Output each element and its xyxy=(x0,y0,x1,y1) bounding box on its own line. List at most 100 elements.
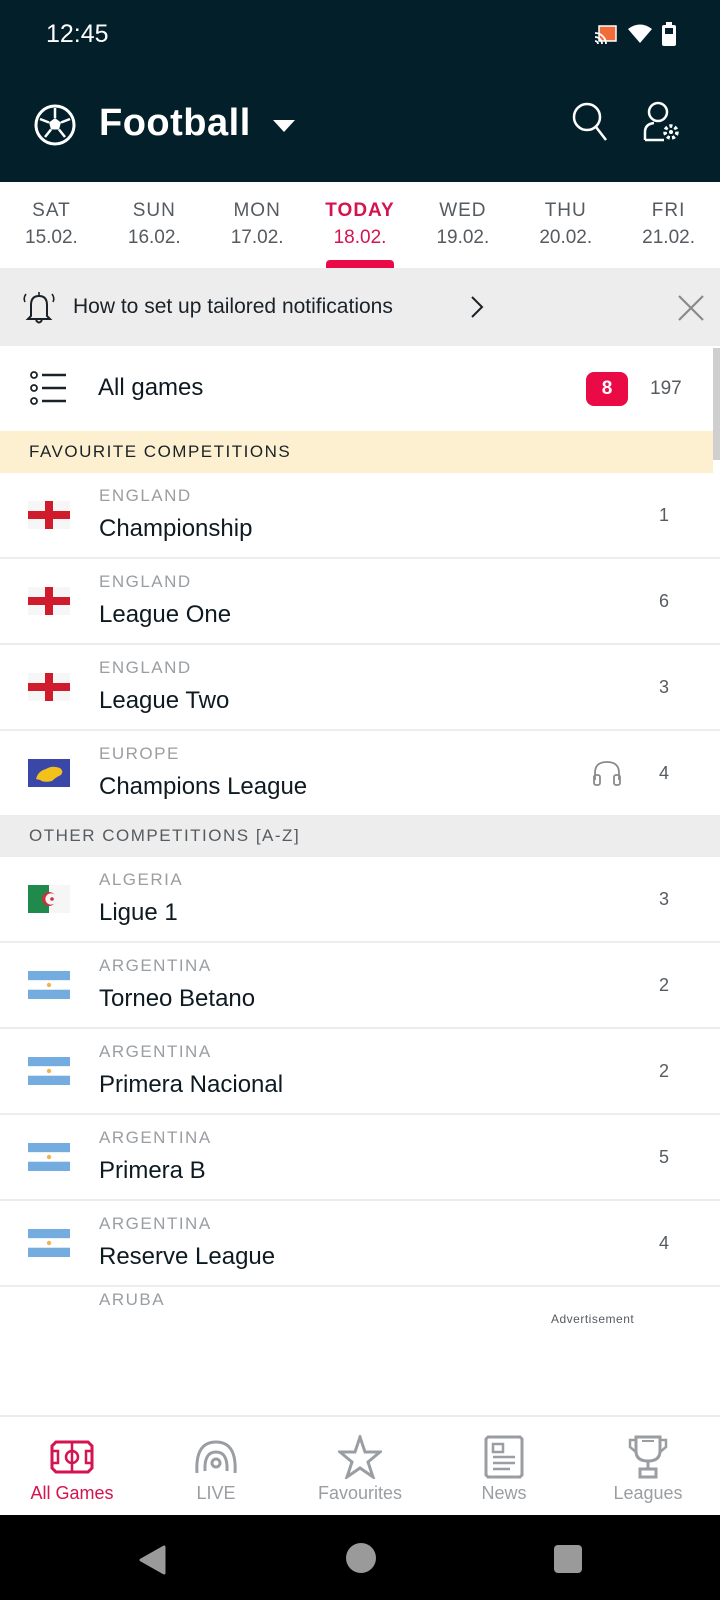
live-count-badge: 8 xyxy=(586,372,628,406)
status-time: 12:45 xyxy=(46,20,109,48)
date-tab-day: FRI xyxy=(651,200,686,221)
nav-label: All Games xyxy=(30,1483,114,1503)
notification-banner[interactable]: How to set up tailored notifications xyxy=(0,268,720,346)
nav-label: Leagues xyxy=(613,1483,683,1503)
date-tab-date: 21.02. xyxy=(642,227,695,248)
notification-banner-text[interactable]: How to set up tailored notifications xyxy=(73,295,393,319)
date-tab-wed[interactable]: WED 19.02. xyxy=(411,182,514,268)
battery-icon xyxy=(662,22,676,46)
competition-country: EUROPE xyxy=(99,744,180,763)
close-icon[interactable] xyxy=(678,295,704,321)
nav-all-games[interactable]: All Games xyxy=(0,1417,144,1515)
headphones-icon[interactable] xyxy=(592,760,622,786)
back-icon[interactable] xyxy=(138,1545,166,1575)
competition-game-count: 6 xyxy=(658,591,669,611)
competition-name: Reserve League xyxy=(99,1243,276,1270)
competition-country: ARGENTINA xyxy=(99,956,212,975)
search-icon[interactable] xyxy=(572,102,608,142)
wifi-icon xyxy=(628,24,652,43)
scrollbar[interactable] xyxy=(713,348,720,460)
date-selector: SAT 15.02. SUN 16.02. MON 17.02. TODAY 18.02… xyxy=(0,182,720,268)
date-tab-mon[interactable]: MON 17.02. xyxy=(206,182,309,268)
list-icon xyxy=(30,371,66,405)
competition-game-count: 3 xyxy=(658,889,669,909)
total-games-count: 197 xyxy=(650,378,682,399)
date-tab-date: 16.02. xyxy=(127,227,181,248)
argentina-flag-icon xyxy=(28,1229,70,1257)
competition-country: ALGERIA xyxy=(99,870,184,889)
date-tab-day: THU xyxy=(544,200,587,221)
competition-name: League One xyxy=(99,601,232,628)
all-games-row[interactable]: All games 8 197 xyxy=(0,346,713,431)
competition-game-count: 3 xyxy=(658,677,669,697)
europe-flag-icon xyxy=(28,759,70,787)
competition-game-count: 2 xyxy=(658,1061,669,1081)
nav-live[interactable]: LIVE xyxy=(144,1417,288,1515)
date-tab-sun[interactable]: SUN 16.02. xyxy=(103,182,206,268)
competition-row[interactable]: EUROPE Champions League 4 xyxy=(0,731,720,815)
cast-icon xyxy=(594,25,617,45)
competition-row[interactable]: ENGLAND League Two 3 xyxy=(0,645,720,731)
date-tab-date: 15.02. xyxy=(25,227,78,248)
nav-leagues[interactable]: Leagues xyxy=(576,1417,720,1515)
nav-favourites[interactable]: Favourites xyxy=(288,1417,432,1515)
argentina-flag-icon xyxy=(28,1057,70,1085)
pitch-icon xyxy=(50,1440,94,1474)
star-icon xyxy=(338,1435,382,1479)
date-tab-date: 19.02. xyxy=(436,227,490,248)
favourite-competitions-header: FAVOURITE COMPETITIONS xyxy=(0,431,713,473)
advertisement-label: Advertisement xyxy=(551,1312,635,1326)
bottom-navigation: All Games LIVE Favourites News Leagues xyxy=(0,1415,720,1515)
live-icon xyxy=(195,1440,237,1474)
competition-name: League Two xyxy=(99,687,230,714)
chevron-down-icon[interactable] xyxy=(273,120,295,132)
competition-name: Ligue 1 xyxy=(99,899,178,926)
competition-game-count: 5 xyxy=(658,1147,669,1167)
date-tab-date: 17.02. xyxy=(230,227,284,248)
recent-apps-icon[interactable] xyxy=(554,1545,582,1573)
competition-name: Champions League xyxy=(99,773,308,800)
competition-country: ENGLAND xyxy=(99,486,192,505)
date-tab-thu[interactable]: THU 20.02. xyxy=(514,182,617,268)
home-icon[interactable] xyxy=(346,1543,376,1573)
nav-label: LIVE xyxy=(196,1483,236,1503)
competition-name: Championship xyxy=(99,515,253,542)
algeria-flag-icon xyxy=(28,885,70,913)
date-tab-day: MON xyxy=(233,200,281,221)
date-tab-sat[interactable]: SAT 15.02. xyxy=(0,182,103,268)
competition-game-count: 4 xyxy=(658,1233,669,1253)
competition-row[interactable]: ENGLAND League One 6 xyxy=(0,559,720,645)
competition-row[interactable]: ARGENTINA Primera B 5 xyxy=(0,1115,720,1201)
competition-row[interactable]: ALGERIA Ligue 1 3 xyxy=(0,857,720,943)
competition-row[interactable]: ENGLAND Championship 1 xyxy=(0,473,720,559)
all-games-label: All games xyxy=(98,374,204,401)
nav-news[interactable]: News xyxy=(432,1417,576,1515)
date-tab-today[interactable]: TODAY 18.02. xyxy=(309,182,412,268)
nav-label: Favourites xyxy=(317,1483,403,1503)
profile-settings-icon[interactable] xyxy=(642,100,680,142)
competition-row-partial[interactable]: ARUBA xyxy=(0,1287,720,1307)
competition-country: ARUBA xyxy=(99,1290,166,1307)
chevron-right-icon[interactable] xyxy=(470,295,484,319)
nav-label: News xyxy=(481,1483,527,1503)
competition-row[interactable]: ARGENTINA Torneo Betano 2 xyxy=(0,943,720,1029)
date-tab-date: 20.02. xyxy=(539,227,593,248)
england-flag-icon xyxy=(28,587,70,615)
system-navigation-bar xyxy=(0,1515,720,1600)
competition-row[interactable]: ARGENTINA Primera Nacional 2 xyxy=(0,1029,720,1115)
date-tab-fri[interactable]: FRI 21.02. xyxy=(617,182,720,268)
date-tab-day: SUN xyxy=(132,200,176,221)
competition-country: ENGLAND xyxy=(99,658,192,677)
competition-country: ARGENTINA xyxy=(99,1128,212,1147)
competition-game-count: 4 xyxy=(658,763,669,783)
england-flag-icon xyxy=(28,501,70,529)
trophy-icon xyxy=(628,1435,668,1479)
sport-selector[interactable]: Football xyxy=(99,102,251,145)
competition-country: ARGENTINA xyxy=(99,1214,212,1233)
football-icon[interactable] xyxy=(34,104,76,146)
competition-name: Torneo Betano xyxy=(99,985,256,1012)
competition-name: Primera Nacional xyxy=(99,1071,284,1098)
status-icons xyxy=(594,22,676,46)
competition-row[interactable]: ARGENTINA Reserve League 4 xyxy=(0,1201,720,1287)
england-flag-icon xyxy=(28,673,70,701)
